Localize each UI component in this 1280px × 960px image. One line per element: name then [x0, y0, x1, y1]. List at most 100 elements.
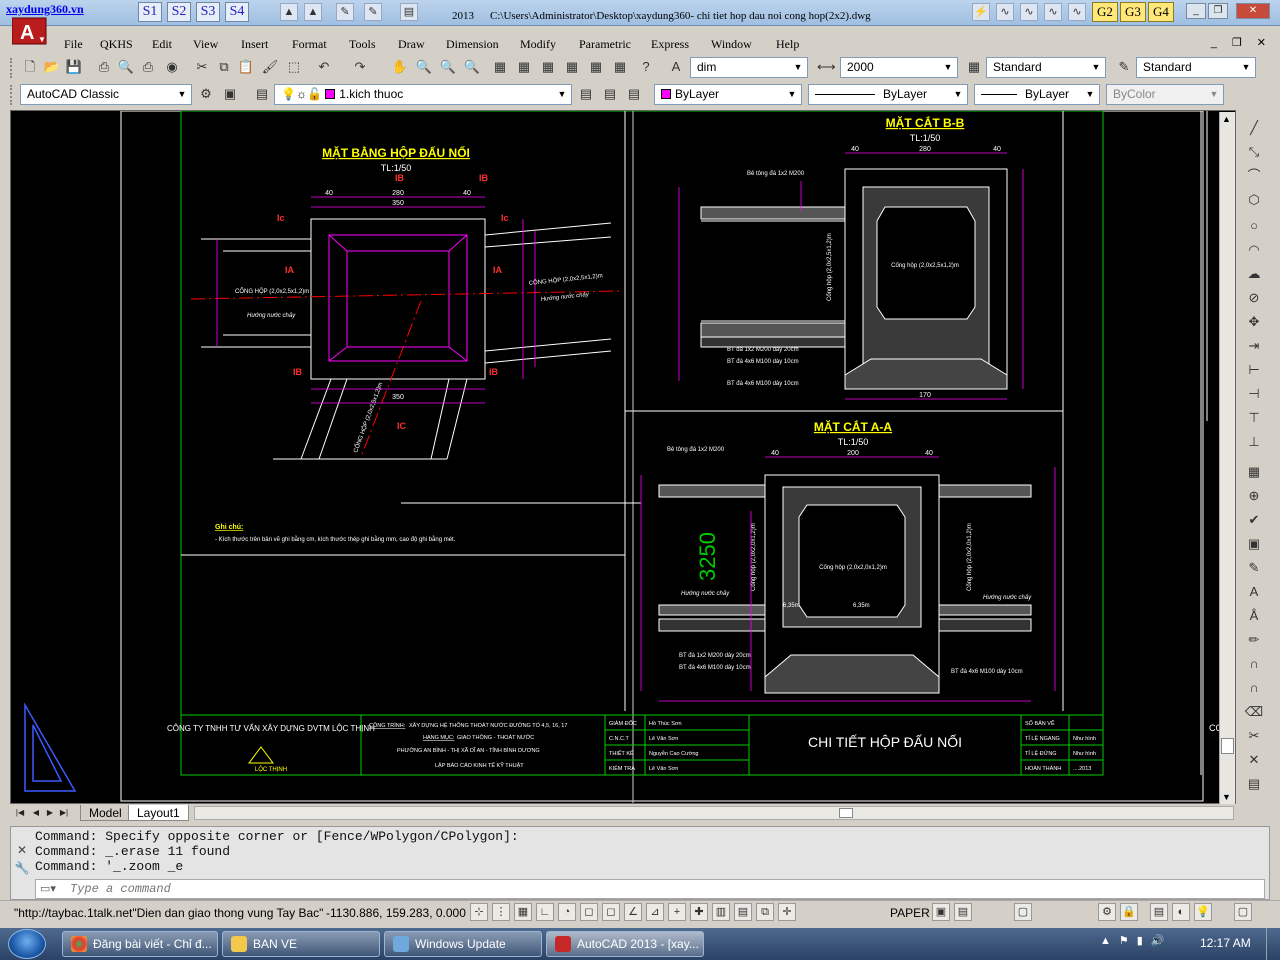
explode-icon[interactable]: ✕ [1244, 750, 1264, 770]
quick-props-icon[interactable]: ▤ [734, 903, 752, 921]
scroll-up-icon[interactable]: ▲ [1222, 114, 1231, 124]
quick-access-4-icon[interactable]: ✎ [364, 3, 382, 21]
system-tray[interactable]: ▲⚑▮🔊 [1100, 934, 1173, 947]
toolbar-grip[interactable] [10, 58, 14, 78]
pencil-icon[interactable]: ✏ [1244, 630, 1264, 650]
undo-icon[interactable]: ↶ [314, 57, 334, 77]
polar-icon[interactable]: ◔ [558, 903, 576, 921]
properties-icon[interactable]: ▦ [490, 57, 510, 77]
arc-icon[interactable]: ◠ [1244, 240, 1264, 260]
polyline-icon[interactable]: ⌒ [1244, 166, 1264, 186]
menu-parametric[interactable]: Parametric [579, 37, 631, 52]
lock-icon[interactable]: 🔒 [1120, 903, 1138, 921]
transparency-icon[interactable]: ▥ [712, 903, 730, 921]
properties-panel-icon[interactable]: ▤ [1244, 774, 1264, 794]
horizontal-scrollbar[interactable] [194, 806, 1234, 820]
minimize-icon[interactable]: _ [1186, 3, 1206, 19]
help-icon[interactable]: ? [636, 57, 656, 77]
make-current-icon[interactable]: ▤ [576, 84, 596, 104]
redo-icon[interactable]: ↷ [350, 57, 370, 77]
construction-line-icon[interactable]: ⤡ [1244, 142, 1264, 162]
check-icon[interactable]: ✔ [1244, 510, 1264, 530]
layer-states-icon[interactable]: ▤ [624, 84, 644, 104]
3d-osnap-icon[interactable]: ◻ [602, 903, 620, 921]
wave-1-icon[interactable]: ∿ [996, 3, 1014, 21]
tab-layout1[interactable]: Layout1 [128, 805, 189, 821]
command-input[interactable] [70, 881, 1250, 897]
horizontal-scroll-thumb[interactable] [839, 808, 853, 818]
new-icon[interactable]: 🗋 [20, 57, 40, 77]
scale-text-icon[interactable]: Å [1244, 606, 1264, 626]
color-select[interactable]: ByLayer ▼ [654, 84, 802, 105]
polygon-icon[interactable]: ⬡ [1244, 190, 1264, 210]
text-icon[interactable]: A [1244, 582, 1264, 602]
globe-icon[interactable]: ◉ [162, 57, 182, 77]
sheet-button-s3[interactable]: S3 [196, 2, 220, 22]
task-chrome[interactable]: Đăng bài viết - Chỉ đ... [62, 931, 218, 957]
open-icon[interactable]: 📂 [42, 57, 62, 77]
wave-2-icon[interactable]: ∿ [1020, 3, 1038, 21]
block-icon[interactable]: ▣ [1244, 534, 1264, 554]
last-tab-icon[interactable]: ▶| [58, 806, 70, 819]
point-icon[interactable]: ⊕ [1244, 486, 1264, 506]
save-icon[interactable]: 💾 [64, 57, 84, 77]
publish-icon[interactable]: ⎙ [138, 57, 158, 77]
zoom-previous-icon[interactable]: 🔍 [462, 57, 482, 77]
menu-draw[interactable]: Draw [398, 37, 425, 52]
no-entry-icon[interactable]: ⊘ [1244, 288, 1264, 308]
text-style-select[interactable]: Standard ▼ [986, 57, 1106, 78]
clock[interactable]: 12:17 AM [1200, 936, 1251, 950]
sheet-button-s4[interactable]: S4 [225, 2, 249, 22]
calculator-icon[interactable]: ▦ [610, 57, 630, 77]
quick-view-drawings-icon[interactable]: ▤ [954, 903, 972, 921]
clean-screen-icon[interactable]: ▢ [1234, 903, 1252, 921]
text-style-icon[interactable]: A [666, 57, 686, 77]
menu-window[interactable]: Window [711, 37, 752, 52]
menu-file[interactable]: File [64, 37, 83, 52]
hardware-accel-icon[interactable]: ▤ [1150, 903, 1168, 921]
dim-linear-icon[interactable]: ⊢ [1244, 360, 1264, 380]
dimstyle-select[interactable]: dim ▼ [690, 57, 808, 78]
menu-format[interactable]: Format [292, 37, 327, 52]
task-folder[interactable]: BAN VE [222, 931, 380, 957]
close-icon[interactable]: ✕ [1236, 3, 1270, 19]
grid-icon[interactable]: ▦ [514, 903, 532, 921]
brand-link[interactable]: xaydung360.vn [6, 2, 84, 17]
paper-space-toggle[interactable]: PAPER [890, 906, 930, 920]
layer-properties-icon[interactable]: ▤ [252, 84, 272, 104]
plotstyle-select[interactable]: ByColor ▼ [1106, 84, 1224, 105]
multileader-style-icon[interactable]: ✎ [1114, 57, 1134, 77]
lightbulb-icon[interactable]: 💡 [1194, 903, 1212, 921]
maximize-viewport-icon[interactable]: ▢ [1014, 903, 1032, 921]
table-style-select[interactable]: Standard ▼ [1136, 57, 1256, 78]
workspace-icon[interactable]: ▣ [220, 84, 240, 104]
menu-tools[interactable]: Tools [349, 37, 376, 52]
menu-modify[interactable]: Modify [520, 37, 556, 52]
zoom-realtime-icon[interactable]: 🔍 [414, 57, 434, 77]
preview-icon[interactable]: 🔍 [116, 57, 136, 77]
sheet-button-g2[interactable]: G2 [1092, 2, 1118, 22]
task-windows-update[interactable]: Windows Update [384, 931, 542, 957]
markup-icon[interactable]: ▦ [586, 57, 606, 77]
lineweight-icon[interactable]: ✚ [690, 903, 708, 921]
table-icon[interactable]: ▦ [1244, 462, 1264, 482]
magnet-1-icon[interactable]: ∩ [1244, 654, 1264, 674]
menu-insert[interactable]: Insert [241, 37, 268, 52]
match-properties-icon[interactable]: 🖌 [260, 57, 280, 77]
layer-select[interactable]: 💡☼🔓 1.kich thuoc ▼ [274, 84, 572, 105]
toolbar-grip-2[interactable] [10, 85, 14, 105]
menu-dimension[interactable]: Dimension [446, 37, 499, 52]
design-center-icon[interactable]: ▦ [514, 57, 534, 77]
lengthen-icon[interactable]: ⇥ [1244, 336, 1264, 356]
prev-tab-icon[interactable]: ◀ [30, 806, 42, 819]
task-autocad[interactable]: AutoCAD 2013 - [xay... [546, 931, 704, 957]
sheet-button-s1[interactable]: S1 [138, 2, 162, 22]
magnet-2-icon[interactable]: ∩ [1244, 678, 1264, 698]
menu-express[interactable]: Express [651, 37, 689, 52]
sheet-set-icon[interactable]: ▦ [562, 57, 582, 77]
next-tab-icon[interactable]: ▶ [44, 806, 56, 819]
command-prompt-icon[interactable]: ▭▾ [40, 882, 56, 895]
ducs-icon[interactable]: ⊿ [646, 903, 664, 921]
tab-model[interactable]: Model [80, 805, 131, 821]
workspace-settings-icon[interactable]: ⚙ [196, 84, 216, 104]
